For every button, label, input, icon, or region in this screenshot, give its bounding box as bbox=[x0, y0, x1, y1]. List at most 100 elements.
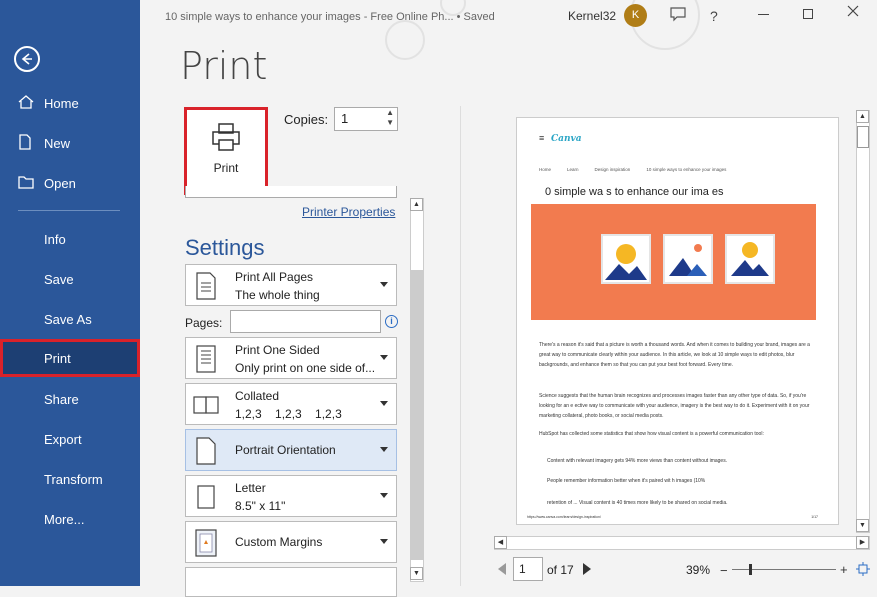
close-icon[interactable] bbox=[846, 4, 860, 21]
sidebar-item-transform[interactable]: Transform bbox=[0, 460, 140, 498]
sidebar-item-label: Home bbox=[44, 95, 79, 111]
sides-dropdown[interactable]: Print One Sided Only print on one side o… bbox=[185, 337, 397, 379]
page-number-input[interactable]: 1 bbox=[513, 557, 543, 581]
print-button-label: Print bbox=[213, 161, 239, 175]
copies-stepper[interactable]: 1 ▲ ▼ bbox=[334, 107, 398, 131]
collated-icon bbox=[193, 396, 219, 414]
paper-size-icon bbox=[197, 485, 215, 509]
chevron-down-icon bbox=[380, 401, 388, 406]
copies-label: Copies: bbox=[284, 112, 329, 127]
list-item: retention of ... Visual content is 40 ti… bbox=[547, 500, 728, 506]
chevron-down-icon bbox=[380, 493, 388, 498]
chevron-down-icon bbox=[380, 282, 388, 287]
sidebar-item-label: Print bbox=[44, 350, 71, 366]
sidebar-item-more[interactable]: More... bbox=[0, 500, 140, 538]
sidebar-item-new[interactable]: New bbox=[0, 124, 140, 162]
previous-page-icon[interactable] bbox=[498, 563, 506, 575]
chevron-down-icon bbox=[380, 355, 388, 360]
printer-selector[interactable] bbox=[185, 186, 397, 198]
dropdown-title: Print One Sided bbox=[235, 343, 320, 357]
article-heading: 0 simple wa s to enhance our ima es bbox=[545, 186, 724, 198]
scrollbar-thumb[interactable] bbox=[857, 126, 869, 148]
scrollbar-thumb[interactable] bbox=[411, 270, 423, 560]
scroll-left-icon[interactable]: ◀ bbox=[494, 536, 507, 549]
title-bar: 10 simple ways to enhance your images - … bbox=[140, 0, 877, 34]
back-arrow-icon[interactable] bbox=[14, 46, 40, 72]
dropdown-title: Portrait Orientation bbox=[235, 443, 336, 457]
sidebar-item-label: Save bbox=[44, 271, 74, 287]
sidebar-item-label: Save As bbox=[44, 311, 92, 327]
minimize-icon[interactable] bbox=[758, 14, 769, 15]
article-paragraph: HubSpot has collected some statistics th… bbox=[539, 431, 764, 437]
hero-image bbox=[531, 204, 816, 320]
sidebar-item-home[interactable]: Home bbox=[0, 84, 140, 122]
preview-horizontal-scrollbar[interactable] bbox=[494, 536, 870, 550]
feedback-icon[interactable] bbox=[669, 5, 687, 26]
sidebar-item-save-as[interactable]: Save As bbox=[0, 300, 140, 338]
scroll-up-icon[interactable]: ▲ bbox=[410, 198, 423, 211]
zoom-in-icon[interactable]: + bbox=[840, 562, 848, 577]
copies-value: 1 bbox=[341, 111, 349, 126]
paper-size-dropdown[interactable]: Letter 8.5" x 11" bbox=[185, 475, 397, 517]
sidebar-item-label: Transform bbox=[44, 471, 103, 487]
help-icon[interactable]: ? bbox=[710, 8, 718, 24]
dropdown-subtitle: 8.5" x 11" bbox=[235, 499, 286, 513]
zoom-slider-thumb[interactable] bbox=[749, 564, 752, 575]
dropdown-subtitle: 1,2,3 1,2,3 1,2,3 bbox=[235, 407, 342, 421]
dropdown-title: Letter bbox=[235, 481, 266, 495]
list-item: People remember information better when … bbox=[547, 478, 706, 484]
preview-scrollbar[interactable] bbox=[856, 110, 870, 533]
folder-icon bbox=[18, 175, 40, 192]
dropdown-subtitle: Only print on one side of... bbox=[235, 361, 376, 375]
info-icon[interactable]: i bbox=[385, 315, 398, 328]
brand-logo: Canva bbox=[551, 134, 582, 144]
dropdown-title: Collated bbox=[235, 389, 280, 403]
sidebar-item-export[interactable]: Export bbox=[0, 420, 140, 458]
margins-icon bbox=[195, 529, 217, 557]
sidebar-item-label: Export bbox=[44, 431, 82, 447]
page-count: of 17 bbox=[547, 563, 574, 577]
breadcrumb-item: Home bbox=[539, 167, 552, 172]
scroll-down-icon[interactable]: ▼ bbox=[410, 567, 423, 580]
scroll-up-icon[interactable]: ▲ bbox=[856, 110, 869, 123]
sidebar-item-info[interactable]: Info bbox=[0, 220, 140, 258]
stepper-arrows-icon[interactable]: ▲ ▼ bbox=[386, 108, 394, 128]
user-name[interactable]: Kernel32 bbox=[568, 9, 616, 23]
sidebar-item-share[interactable]: Share bbox=[0, 380, 140, 418]
page-footer-number: 1/17 bbox=[811, 515, 818, 519]
zoom-slider[interactable] bbox=[732, 569, 836, 570]
sidebar-item-open[interactable]: Open bbox=[0, 164, 140, 202]
hamburger-icon: ≡ bbox=[539, 133, 545, 143]
zoom-out-icon[interactable]: − bbox=[720, 563, 728, 578]
sidebar-item-label: Info bbox=[44, 231, 66, 247]
printer-properties-link[interactable]: Printer Properties bbox=[302, 205, 395, 219]
orientation-dropdown[interactable]: Portrait Orientation bbox=[185, 429, 397, 471]
maximize-icon[interactable] bbox=[803, 9, 813, 19]
margins-dropdown[interactable]: Custom Margins bbox=[185, 521, 397, 563]
backstage-sidebar: Home New Open Info Save Save As Print Sh… bbox=[0, 0, 140, 586]
sidebar-item-save[interactable]: Save bbox=[0, 260, 140, 298]
panel-divider bbox=[460, 106, 461, 586]
portrait-icon bbox=[196, 437, 216, 465]
new-document-icon bbox=[18, 133, 40, 153]
collation-dropdown[interactable]: Collated 1,2,3 1,2,3 1,2,3 bbox=[185, 383, 397, 425]
settings-heading: Settings bbox=[185, 235, 265, 260]
print-preview-page: ≡ Canva Home Learn Design inspiration 10… bbox=[516, 117, 839, 525]
dropdown-subtitle: The whole thing bbox=[235, 288, 320, 302]
pages-input[interactable] bbox=[230, 310, 381, 333]
print-button[interactable]: Print bbox=[184, 107, 268, 195]
sidebar-item-label: More... bbox=[44, 511, 85, 527]
sidebar-item-print[interactable]: Print bbox=[0, 339, 140, 377]
zoom-to-page-icon[interactable] bbox=[856, 562, 870, 581]
avatar[interactable]: K bbox=[624, 4, 647, 27]
scroll-down-icon[interactable]: ▼ bbox=[856, 519, 869, 532]
scroll-right-icon[interactable]: ▶ bbox=[856, 536, 869, 549]
document-title: 10 simple ways to enhance your images - … bbox=[165, 11, 495, 23]
print-range-dropdown[interactable]: Print All Pages The whole thing bbox=[185, 264, 397, 306]
pages-icon bbox=[196, 272, 216, 300]
page-setup-partial[interactable] bbox=[185, 567, 397, 597]
sidebar-item-label: Open bbox=[44, 175, 76, 191]
article-paragraph: Science suggests that the human brain re… bbox=[539, 393, 810, 419]
list-item: Content with relevant imagery gets 94% m… bbox=[547, 458, 728, 464]
next-page-icon[interactable] bbox=[583, 563, 591, 575]
